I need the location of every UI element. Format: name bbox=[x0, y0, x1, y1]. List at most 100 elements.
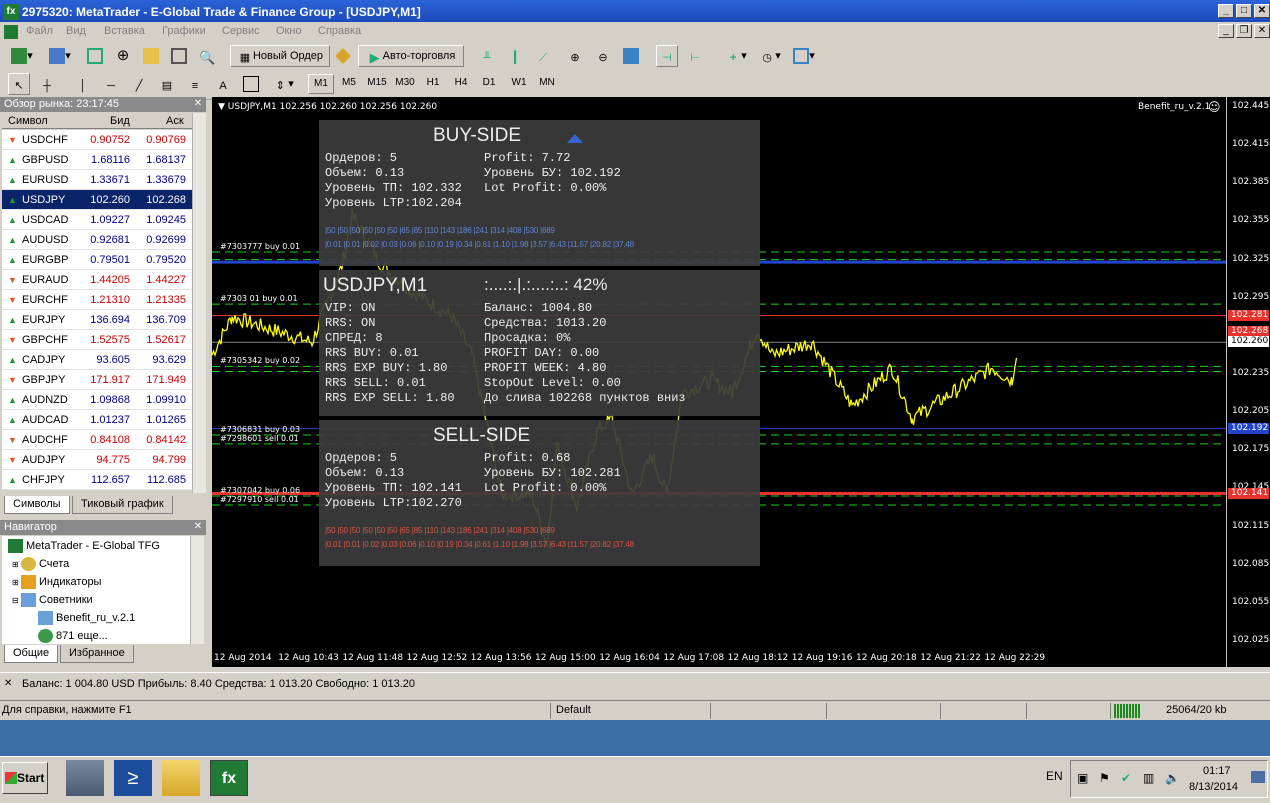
market-watch-row[interactable]: ▼ AUDJPY 94.775 94.799 bbox=[2, 450, 192, 470]
market-watch-row[interactable]: ▼ EURAUD 1.44205 1.44227 bbox=[2, 270, 192, 290]
close-button[interactable]: ✕ bbox=[1254, 4, 1270, 18]
timeframe-m1[interactable]: M1 bbox=[308, 74, 334, 94]
market-watch-close-icon[interactable]: ✕ bbox=[192, 98, 204, 110]
timeframe-d1[interactable]: D1 bbox=[476, 74, 502, 94]
order-label[interactable]: #7305342 buy 0.02 bbox=[220, 356, 300, 365]
zoom-in-button[interactable]: ⊕ bbox=[564, 45, 586, 67]
order-label[interactable]: #7303777 buy 0.01 bbox=[220, 242, 300, 251]
nav-expert-benefit[interactable]: Benefit_ru_v.2.1 bbox=[38, 611, 135, 625]
market-watch-row[interactable]: ▲ EURUSD 1.33671 1.33679 bbox=[2, 170, 192, 190]
vertical-line-button[interactable]: │ bbox=[72, 73, 94, 95]
price-chart[interactable]: ▼ USDJPY,M1 102.256 102.260 102.256 102.… bbox=[212, 97, 1270, 667]
connection-status-icon[interactable] bbox=[1114, 704, 1140, 718]
new-chart-button[interactable]: ▾ bbox=[6, 45, 38, 67]
market-watch-row[interactable]: ▼ GBPCHF 1.52575 1.52617 bbox=[2, 330, 192, 350]
navigator-scrollbar[interactable] bbox=[190, 536, 204, 644]
timeframe-m15[interactable]: M15 bbox=[364, 74, 390, 94]
market-watch-row[interactable]: ▲ AUDUSD 0.92681 0.92699 bbox=[2, 230, 192, 250]
order-label[interactable]: #7298601 sell 0.01 bbox=[220, 434, 299, 443]
tab-common[interactable]: Общие bbox=[4, 645, 59, 663]
trendline-button[interactable]: ╱ bbox=[128, 73, 150, 95]
autoscroll-button[interactable]: ⊢ bbox=[684, 45, 706, 67]
child-minimize-button[interactable]: _ bbox=[1218, 24, 1234, 38]
navigator-close-icon[interactable]: ✕ bbox=[192, 521, 204, 533]
metaeditor-button[interactable] bbox=[332, 45, 354, 67]
status-profile[interactable]: Default bbox=[556, 704, 591, 716]
timeframe-m5[interactable]: M5 bbox=[336, 74, 362, 94]
line-chart-button[interactable]: ⟋ bbox=[532, 45, 554, 67]
new-order-button[interactable]: ▦ Новый Ордер bbox=[230, 45, 330, 67]
nav-experts[interactable]: ⊟ Советники bbox=[12, 593, 93, 607]
market-watch-row[interactable]: ▲ CADJPY 93.605 93.629 bbox=[2, 350, 192, 370]
explorer-taskbar-icon[interactable] bbox=[162, 760, 200, 796]
language-indicator[interactable]: EN bbox=[1046, 769, 1063, 783]
tray-device-icon[interactable]: ▥ bbox=[1143, 771, 1154, 785]
market-watch-row[interactable]: ▼ USDCHF 0.90752 0.90769 bbox=[2, 130, 192, 150]
market-watch-row[interactable]: ▲ EURGBP 0.79501 0.79520 bbox=[2, 250, 192, 270]
tray-flag-icon[interactable]: ⚑ bbox=[1099, 771, 1110, 785]
title-bar[interactable]: fx 2975320: MetaTrader - E-Global Trade … bbox=[0, 0, 1270, 24]
market-watch-row[interactable]: ▲ USDJPY 102.260 102.268 bbox=[2, 190, 192, 210]
market-watch-scrollbar[interactable] bbox=[192, 113, 206, 493]
clock-date[interactable]: 8/13/2014 bbox=[1189, 781, 1238, 793]
zoom-out-button[interactable]: ⊖ bbox=[592, 45, 614, 67]
nav-accounts[interactable]: ⊞ Счета bbox=[12, 557, 69, 571]
text-label-button[interactable] bbox=[240, 73, 262, 95]
tray-security-icon[interactable]: ✔ bbox=[1121, 771, 1131, 785]
menu-help[interactable]: Справка bbox=[318, 25, 361, 37]
child-close-button[interactable]: ✕ bbox=[1254, 24, 1270, 38]
order-label[interactable]: #7297910 sell 0.01 bbox=[220, 495, 299, 504]
order-label[interactable]: #7303 01 buy 0.01 bbox=[220, 294, 298, 303]
show-desktop-icon[interactable] bbox=[1251, 771, 1265, 783]
metatrader-taskbar-icon[interactable]: fx bbox=[210, 760, 248, 796]
bid-column-header[interactable]: Бид bbox=[110, 115, 130, 127]
market-watch-button[interactable] bbox=[84, 45, 106, 67]
bar-chart-button[interactable]: ╨ bbox=[476, 45, 498, 67]
templates-button[interactable]: ▾ bbox=[788, 45, 820, 67]
order-label[interactable]: #7306831 buy 0.03 bbox=[220, 425, 300, 434]
tile-windows-button[interactable] bbox=[620, 45, 642, 67]
profiles-button[interactable]: ▾ bbox=[44, 45, 76, 67]
menu-file[interactable]: Файл bbox=[26, 25, 53, 37]
nav-indicators[interactable]: ⊞ Индикаторы bbox=[12, 575, 101, 589]
menu-view[interactable]: Вид bbox=[66, 25, 86, 37]
menu-insert[interactable]: Вставка bbox=[104, 25, 145, 37]
indicators-button[interactable]: + ▾ bbox=[720, 45, 752, 67]
server-manager-taskbar-icon[interactable] bbox=[66, 760, 104, 796]
market-watch-row[interactable]: ▲ AUDNZD 1.09868 1.09910 bbox=[2, 390, 192, 410]
crosshair-button[interactable]: ┼ bbox=[36, 73, 58, 95]
tray-network-icon[interactable]: ▣ bbox=[1077, 771, 1088, 785]
minimize-button[interactable]: _ bbox=[1218, 4, 1234, 18]
timeframe-mn[interactable]: MN bbox=[534, 74, 560, 94]
market-watch-row[interactable]: ▲ CHFJPY 112.657 112.685 bbox=[2, 470, 192, 490]
market-watch-row[interactable]: ▲ GBPUSD 1.68116 1.68137 bbox=[2, 150, 192, 170]
market-watch-row[interactable]: ▼ EURCHF 1.21310 1.21335 bbox=[2, 290, 192, 310]
expert-smiley-icon[interactable]: ☺ bbox=[1208, 100, 1221, 114]
clock-time[interactable]: 01:17 bbox=[1203, 765, 1231, 777]
timeframe-h4[interactable]: H4 bbox=[448, 74, 474, 94]
symbol-column-header[interactable]: Символ bbox=[8, 115, 48, 127]
start-button[interactable]: Start bbox=[2, 762, 48, 794]
powershell-taskbar-icon[interactable]: ≥ bbox=[114, 760, 152, 796]
ask-column-header[interactable]: Аск bbox=[166, 115, 184, 127]
terminal-button[interactable] bbox=[168, 45, 190, 67]
menu-tools[interactable]: Сервис bbox=[222, 25, 260, 37]
timeframe-h1[interactable]: H1 bbox=[420, 74, 446, 94]
market-watch-row[interactable]: ▲ AUDCAD 1.01237 1.01265 bbox=[2, 410, 192, 430]
market-watch-row[interactable]: ▼ GBPJPY 171.917 171.949 bbox=[2, 370, 192, 390]
tab-symbols[interactable]: Символы bbox=[4, 496, 70, 514]
menu-charts[interactable]: Графики bbox=[162, 25, 206, 37]
data-window-button[interactable]: ⊕ bbox=[112, 45, 134, 67]
timeframe-m30[interactable]: M30 bbox=[392, 74, 418, 94]
auto-trading-button[interactable]: ▶ Авто-торговля bbox=[358, 45, 464, 67]
strategy-tester-button[interactable]: 🔍 bbox=[196, 45, 218, 67]
navigator-button[interactable] bbox=[140, 45, 162, 67]
child-restore-button[interactable]: ❐ bbox=[1236, 24, 1252, 38]
periods-button[interactable]: ◷ ▾ bbox=[754, 45, 786, 67]
close-terminal-icon[interactable]: ✕ bbox=[4, 678, 12, 689]
market-watch-row[interactable]: ▼ AUDCHF 0.84108 0.84142 bbox=[2, 430, 192, 450]
arrows-button[interactable]: ⇕ ▾ bbox=[268, 73, 298, 95]
order-label[interactable]: #7307042 buy 0.06 bbox=[220, 486, 300, 495]
time-axis[interactable]: 12 Aug 2014 12 Aug 10:43 12 Aug 11:48 12 Au… bbox=[212, 651, 1226, 667]
price-axis[interactable]: 102.445 102.415 102.385 102.355 102.325 102.2… bbox=[1226, 97, 1270, 667]
